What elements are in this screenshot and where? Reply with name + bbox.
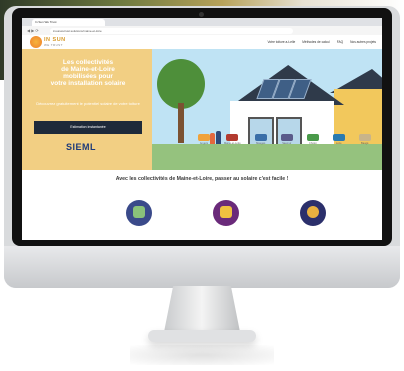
hero-panel: Les collectivités de Maine-et-Loire mobi… xyxy=(22,49,152,170)
partner-mark-icon xyxy=(358,134,371,141)
hero-subtitle: Découvrez gratuitement le potentiel sola… xyxy=(36,101,140,106)
installer-step-icon xyxy=(300,200,326,226)
url-field[interactable]: insunwetrust.solutions/maine-et-loire xyxy=(50,27,293,34)
monitor-bezel: In Sun We Trust ◀ ▶ ⟳ insunwetrust.solut… xyxy=(12,8,392,246)
hero-title: Les collectivités de Maine-et-Loire mobi… xyxy=(34,59,142,87)
tree-icon xyxy=(157,59,205,109)
logo-line2: WE TRUST xyxy=(44,42,63,47)
monitor-stand xyxy=(164,286,240,332)
stand-shadow xyxy=(130,345,274,365)
sun-logo-icon xyxy=(30,36,42,48)
tree-trunk xyxy=(178,103,184,143)
monitor-screen: In Sun We Trust ◀ ▶ ⟳ insunwetrust.solut… xyxy=(22,18,382,240)
step-icons xyxy=(126,200,326,226)
partner-mark-icon xyxy=(254,134,267,141)
hero-title-line: mobilisées pour xyxy=(63,73,113,80)
browser-tab[interactable]: In Sun We Trust xyxy=(32,19,105,26)
logo-line1: IN SUN xyxy=(44,36,66,43)
menu-item-faq[interactable]: FAQ xyxy=(337,40,343,44)
ground xyxy=(152,144,382,170)
monitor-base xyxy=(148,330,256,342)
site-header: IN SUN WE TRUST Votre toiture a-t-elle M… xyxy=(22,35,382,49)
camera-icon xyxy=(199,12,204,17)
house-step-icon xyxy=(126,200,152,226)
partner-mark-icon xyxy=(226,134,239,141)
monitor: In Sun We Trust ◀ ▶ ⟳ insunwetrust.solut… xyxy=(4,6,400,288)
hero-title-line: votre installation solaire xyxy=(50,80,126,87)
estimate-button[interactable]: Estimation instantanée xyxy=(34,121,142,134)
main-menu: Votre toiture a-t-elle Méthodes de calcu… xyxy=(267,40,376,44)
menu-item-methodes[interactable]: Méthodes de calcul xyxy=(302,40,329,44)
partner-logo: Cholet xyxy=(306,134,319,145)
hero-illustration xyxy=(152,49,382,170)
partner-logo: Baugé xyxy=(358,134,371,145)
partner-logo: Maine-et-Loire xyxy=(224,134,241,145)
partner-mark-icon xyxy=(332,134,345,141)
navigation-arrows-icon[interactable]: ◀ ▶ ⟳ xyxy=(27,28,39,33)
menu-item-projets[interactable]: Nos autres projets xyxy=(350,40,376,44)
menu-item-toiture[interactable]: Votre toiture a-t-elle xyxy=(267,40,295,44)
partner-logo: Loire xyxy=(332,134,345,145)
browser-tab-bar: In Sun We Trust xyxy=(22,18,382,26)
sieml-logo: SIEML xyxy=(66,142,97,152)
site-logo[interactable]: IN SUN WE TRUST xyxy=(30,36,66,48)
partner-mark-icon xyxy=(306,134,319,141)
monitor-chin xyxy=(4,246,400,288)
section-headline: Avec les collectivités de Maine-et-Loire… xyxy=(115,176,289,182)
partner-mark-icon xyxy=(280,134,293,141)
partner-logo: Mauges xyxy=(254,134,267,145)
partner-mark-icon xyxy=(198,134,210,141)
partner-logo: Angers xyxy=(198,134,210,145)
partner-logo: Saumur xyxy=(280,134,293,145)
hero-title-line: de Maine-et-Loire xyxy=(61,66,115,73)
phone-step-icon xyxy=(213,200,239,226)
hero-title-line: Les collectivités xyxy=(62,59,114,66)
partner-logos: Angers Maine-et-Loire Mauges Saumur Chol… xyxy=(198,134,371,145)
